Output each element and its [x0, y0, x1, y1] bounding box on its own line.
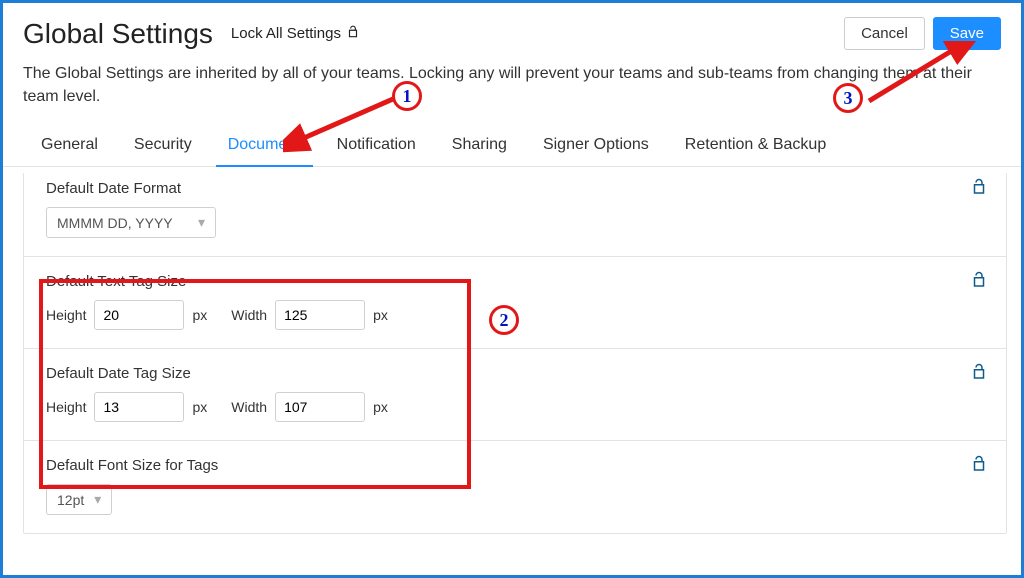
lock-all-settings-button[interactable]: Lock All Settings: [231, 25, 361, 43]
tab-retention-backup[interactable]: Retention & Backup: [667, 126, 844, 166]
unit-label: px: [373, 307, 388, 323]
unit-label: px: [192, 307, 207, 323]
select-value: 12pt: [57, 492, 84, 508]
tab-notification[interactable]: Notification: [319, 126, 434, 166]
setting-label: Default Font Size for Tags: [46, 457, 984, 474]
setting-default-text-tag-size: Default Text Tag Size Height px Width px: [24, 257, 1006, 349]
height-label: Height: [46, 307, 86, 323]
page-description: The Global Settings are inherited by all…: [3, 54, 1021, 126]
text-tag-height-input[interactable]: [94, 300, 184, 330]
height-label: Height: [46, 399, 86, 415]
tab-signer-options[interactable]: Signer Options: [525, 126, 667, 166]
chevron-down-icon: ▾: [84, 491, 101, 508]
tab-security[interactable]: Security: [116, 126, 210, 166]
unit-label: px: [373, 399, 388, 415]
date-format-select[interactable]: MMMM DD, YYYY ▾: [46, 207, 216, 238]
text-tag-width-input[interactable]: [275, 300, 365, 330]
width-label: Width: [231, 399, 267, 415]
unlock-icon[interactable]: [970, 178, 988, 201]
settings-panel: Default Date Format MMMM DD, YYYY ▾ Defa…: [23, 173, 1007, 534]
setting-default-font-size: Default Font Size for Tags 12pt ▾: [24, 441, 1006, 533]
lock-icon: [345, 25, 361, 43]
lock-all-label: Lock All Settings: [231, 25, 341, 42]
setting-label: Default Date Tag Size: [46, 365, 984, 382]
width-label: Width: [231, 307, 267, 323]
unit-label: px: [192, 399, 207, 415]
chevron-down-icon: ▾: [188, 214, 205, 231]
font-size-select[interactable]: 12pt ▾: [46, 484, 112, 515]
setting-label: Default Text Tag Size: [46, 273, 984, 290]
cancel-button[interactable]: Cancel: [844, 17, 925, 50]
setting-default-date-tag-size: Default Date Tag Size Height px Width px: [24, 349, 1006, 441]
save-button[interactable]: Save: [933, 17, 1001, 50]
unlock-icon[interactable]: [970, 363, 988, 386]
tabs-bar: General Security Document Notification S…: [3, 126, 1021, 167]
page-title: Global Settings: [23, 18, 213, 50]
date-tag-width-input[interactable]: [275, 392, 365, 422]
tab-general[interactable]: General: [23, 126, 116, 166]
settings-scroll[interactable]: Default Date Format MMMM DD, YYYY ▾ Defa…: [23, 173, 1007, 572]
select-value: MMMM DD, YYYY: [57, 215, 173, 231]
tab-document[interactable]: Document: [210, 126, 319, 166]
setting-default-date-format: Default Date Format MMMM DD, YYYY ▾: [24, 173, 1006, 257]
date-tag-height-input[interactable]: [94, 392, 184, 422]
unlock-icon[interactable]: [970, 271, 988, 294]
tab-sharing[interactable]: Sharing: [434, 126, 525, 166]
setting-label: Default Date Format: [46, 180, 984, 197]
unlock-icon[interactable]: [970, 455, 988, 478]
